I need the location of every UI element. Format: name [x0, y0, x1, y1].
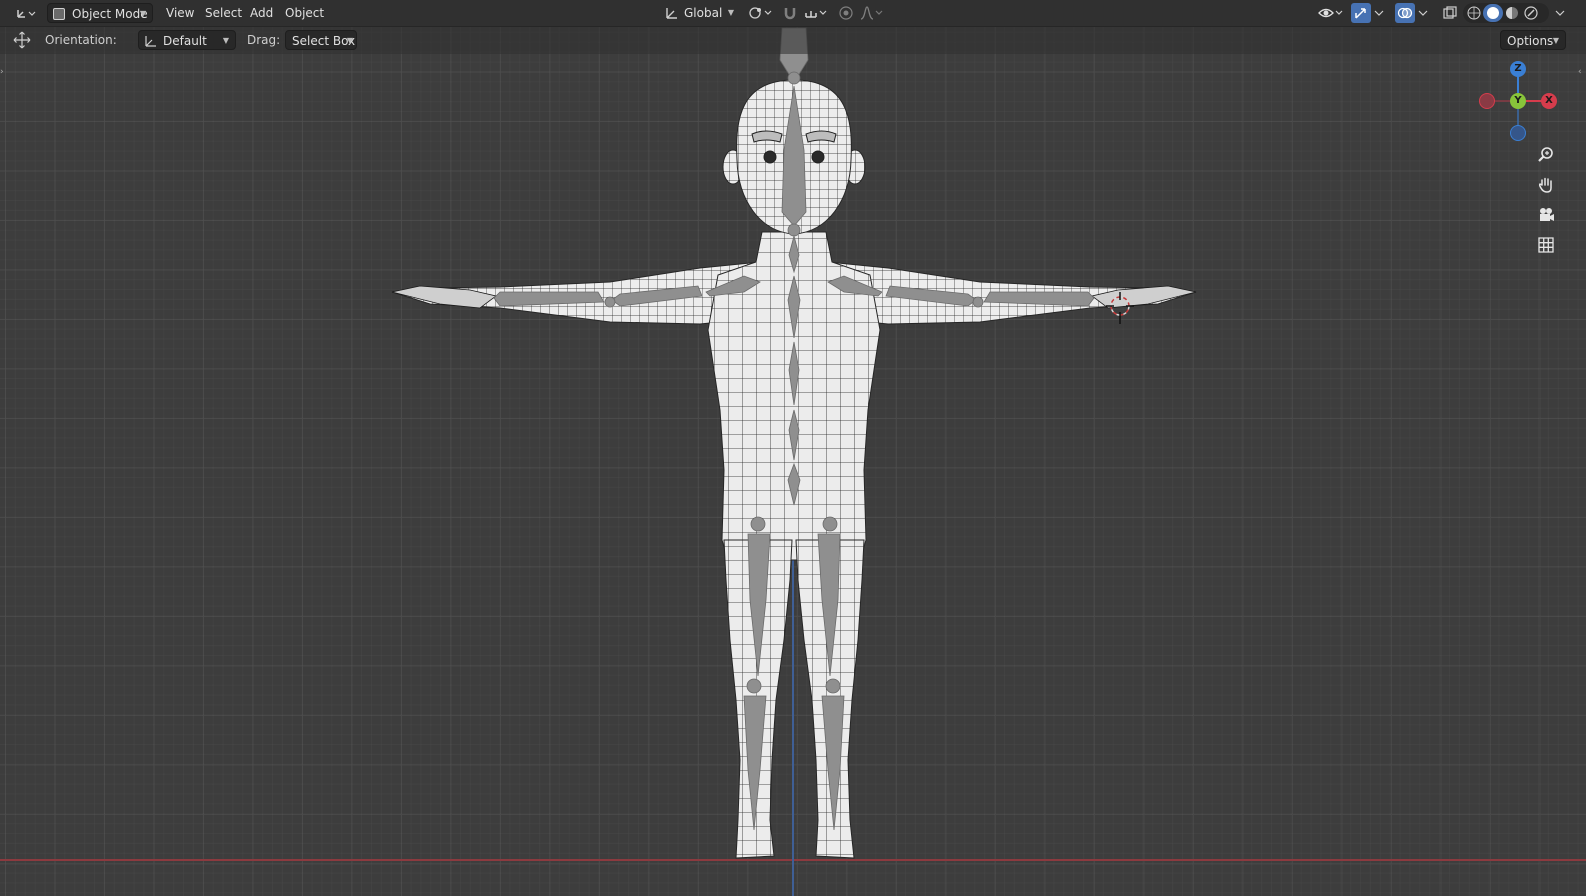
joint-knee-right [825, 678, 841, 694]
gizmo-icon [1355, 8, 1366, 19]
joint-neck [787, 223, 801, 237]
joint-knee-left [746, 678, 762, 694]
active-tool-button[interactable] [12, 30, 32, 50]
grid-icon [1538, 237, 1554, 253]
sidebar-expand-arrow[interactable]: ‹ [1578, 66, 1586, 78]
xray-icon [1443, 6, 1457, 19]
right-eyebrow [805, 130, 837, 143]
editor-type-button[interactable] [12, 3, 40, 23]
snap-target-button[interactable] [802, 3, 830, 23]
camera-view-button[interactable] [1533, 202, 1559, 228]
chevron-down-icon: ▼ [727, 8, 734, 17]
menu-object[interactable]: Object [279, 3, 330, 23]
chevron-down-icon: ▼ [222, 36, 229, 45]
shading-wireframe-button[interactable] [1464, 4, 1484, 22]
options-dropdown[interactable]: Options ▼ [1500, 30, 1566, 50]
left-eyebrow [751, 130, 783, 143]
gizmo-y-axis[interactable]: Y [1510, 93, 1526, 109]
orientation-field-label: Orientation: [45, 33, 117, 47]
menu-select[interactable]: Select [199, 3, 248, 23]
zoom-button[interactable] [1533, 142, 1559, 168]
character-model[interactable] [0, 0, 1586, 896]
chevron-down-icon [1374, 10, 1384, 16]
pivot-point-button[interactable] [746, 3, 774, 23]
overlays-dropdown[interactable] [1416, 3, 1430, 23]
orientation-dropdown[interactable]: Default ▼ [138, 30, 236, 50]
snap-increment-icon [805, 10, 827, 18]
overlays-toggle[interactable] [1395, 3, 1415, 23]
magnet-icon [784, 8, 796, 20]
tool-settings-bar: Orientation: Default ▼ Drag: Select Box … [0, 27, 1586, 54]
shading-dropdown[interactable] [1553, 3, 1567, 23]
chevron-down-icon [1418, 10, 1428, 16]
shading-solid-button[interactable] [1483, 4, 1503, 22]
transform-orientation-dropdown[interactable]: Global ▼ [662, 3, 740, 23]
orientation-label: Global [684, 6, 723, 20]
gizmo-z-axis[interactable]: Z [1510, 61, 1526, 77]
joint-thigh-left [750, 516, 766, 532]
axes-icon [17, 10, 36, 18]
falloff-button[interactable] [858, 3, 886, 23]
object-mode-icon [53, 8, 65, 20]
proportional-edit-icon [839, 6, 853, 20]
joint-elbow-left [604, 296, 616, 308]
navigation-gizmo[interactable]: Z Y X [1478, 58, 1562, 144]
options-label: Options [1507, 34, 1554, 48]
transform-tool-icon [13, 31, 31, 49]
joint-head-top [787, 71, 801, 85]
pivot-icon [749, 7, 772, 19]
chevron-down-icon: ▼ [1552, 36, 1559, 45]
orientation-value: Default [163, 34, 207, 48]
solid-shading-icon [1487, 7, 1499, 19]
chevron-down-icon [1555, 10, 1565, 16]
drag-value: Select Box [292, 34, 356, 48]
joint-thigh-right [822, 516, 838, 532]
gizmo-neg-x-axis[interactable] [1479, 93, 1495, 109]
material-shading-icon [1506, 7, 1518, 19]
eye-icon [1318, 8, 1343, 18]
rendered-shading-icon [1524, 6, 1538, 20]
pan-button[interactable] [1533, 172, 1559, 198]
mode-dropdown[interactable]: Object Mode ▼ [47, 3, 153, 23]
shading-material-button[interactable] [1502, 4, 1522, 22]
toolbar-expand-arrow[interactable]: › [0, 66, 8, 78]
chevron-down-icon: ▼ [139, 9, 146, 18]
xray-toggle[interactable] [1440, 3, 1460, 23]
falloff-curve-icon [860, 6, 883, 20]
viewport-header: Object Mode ▼ View Select Add Object Glo… [0, 0, 1586, 27]
visibility-dropdown[interactable] [1316, 3, 1346, 23]
orientation-global-icon [666, 8, 677, 19]
menu-add[interactable]: Add [244, 3, 279, 23]
camera-icon [1540, 208, 1554, 221]
proportional-edit-toggle[interactable] [836, 3, 856, 23]
menu-view[interactable]: View [160, 3, 200, 23]
mode-label: Object Mode [72, 7, 148, 21]
ortho-toggle-button[interactable] [1533, 232, 1559, 258]
chevron-down-icon: ▼ [346, 36, 353, 45]
armature [493, 27, 1095, 831]
gizmos-toggle[interactable] [1351, 3, 1371, 23]
left-eye [763, 150, 777, 164]
3d-viewport[interactable] [0, 0, 1586, 896]
gizmo-x-axis[interactable]: X [1541, 93, 1557, 109]
shading-rendered-button[interactable] [1521, 4, 1541, 22]
joint-elbow-right [972, 296, 984, 308]
orientation-default-icon [145, 36, 156, 47]
right-eye [811, 150, 825, 164]
gizmo-neg-z-axis[interactable] [1510, 125, 1526, 141]
overlays-icon [1397, 7, 1413, 19]
snap-toggle[interactable] [780, 3, 800, 23]
gizmos-dropdown[interactable] [1372, 3, 1386, 23]
drag-field-label: Drag: [247, 33, 281, 47]
wireframe-shading-icon [1467, 6, 1481, 20]
hand-icon [1538, 177, 1552, 193]
zoom-icon [1538, 147, 1553, 162]
drag-dropdown[interactable]: Select Box ▼ [285, 30, 357, 50]
